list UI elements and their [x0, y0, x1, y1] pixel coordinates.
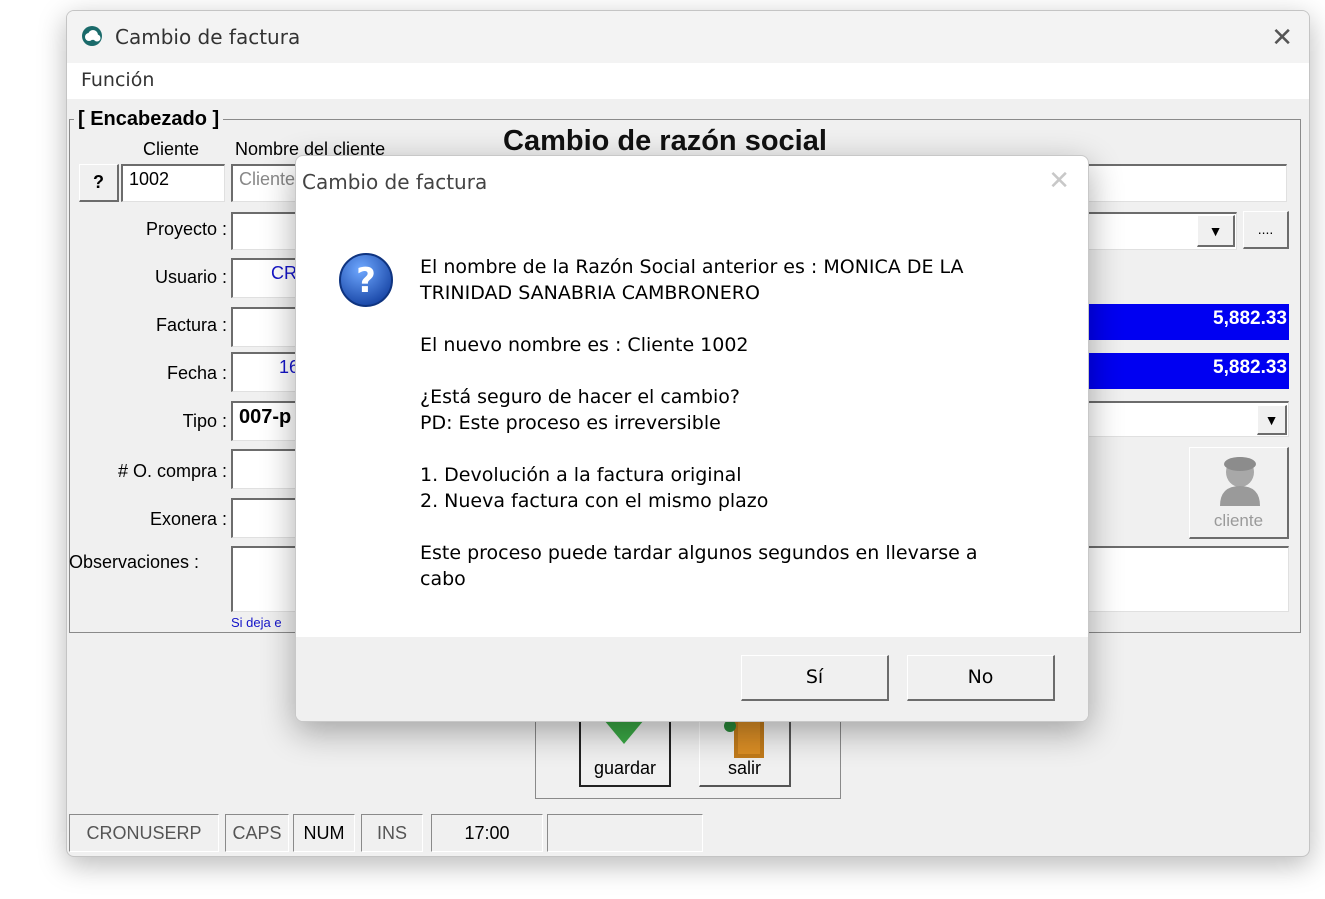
status-extra: [547, 814, 703, 852]
observaciones-field[interactable]: [231, 546, 301, 612]
message-line-7: 2. Nueva factura con el mismo plazo: [420, 490, 769, 512]
cliente-button[interactable]: cliente: [1189, 447, 1289, 539]
exit-door-icon: [724, 718, 764, 758]
message-line-8: Este proceso puede tardar algunos segund…: [420, 542, 978, 564]
proyecto-browse-button[interactable]: ....: [1243, 211, 1289, 249]
close-icon[interactable]: ✕: [1271, 23, 1293, 53]
exonera-field[interactable]: [231, 498, 301, 538]
proyecto-label: Proyecto :: [145, 219, 227, 239]
message-line-5: PD: Este proceso es irreversible: [420, 412, 721, 434]
client-code-field[interactable]: 1002: [121, 164, 225, 202]
message-line-4: ¿Está seguro de hacer el cambio?: [420, 386, 740, 408]
message-line-3: El nuevo nombre es : Cliente 1002: [420, 334, 749, 356]
status-bar: CRONUSERP CAPS NUM INS 17:00: [67, 814, 1309, 854]
ocompra-label: # O. compra :: [117, 461, 227, 481]
dialog-close-icon[interactable]: ✕: [1048, 166, 1070, 196]
client-help-button[interactable]: ?: [79, 164, 119, 202]
status-user: CRONUSERP: [69, 814, 219, 852]
cliente-button-label: cliente: [1213, 511, 1264, 530]
window-title: Cambio de factura: [115, 25, 301, 49]
status-ins: INS: [361, 814, 423, 852]
fecha-field[interactable]: 16: [231, 352, 301, 392]
dialog-title: Cambio de factura: [302, 170, 488, 194]
status-time: 17:00: [431, 814, 543, 852]
observaciones-right-field[interactable]: [1087, 546, 1289, 612]
factura-label: Factura :: [155, 315, 227, 335]
no-button[interactable]: No: [907, 655, 1055, 701]
chevron-down-icon[interactable]: ▼: [1197, 215, 1235, 247]
group-title: [ Encabezado ]: [74, 108, 224, 131]
message-line-9: cabo: [420, 568, 466, 590]
message-line-2: TRINIDAD SANABRIA CAMBRONERO: [420, 282, 760, 304]
usuario-label: Usuario :: [154, 267, 227, 287]
message-line-6: 1. Devolución a la factura original: [420, 464, 742, 486]
salir-label: salir: [727, 758, 761, 778]
observaciones-label: Observaciones :: [69, 552, 200, 572]
tipo-field[interactable]: 007-p: [231, 401, 301, 441]
menu-funcion[interactable]: Función: [81, 69, 154, 91]
title-bar: Cambio de factura ✕: [67, 11, 1309, 63]
yes-button[interactable]: Sí: [741, 655, 889, 701]
dialog-message: El nombre de la Razón Social anterior es…: [420, 254, 978, 592]
chevron-down-icon[interactable]: ▼: [1257, 405, 1287, 435]
status-caps: CAPS: [225, 814, 289, 852]
page-heading: Cambio de razón social: [503, 125, 827, 157]
menu-bar: Función: [67, 63, 1309, 99]
observaciones-note: Si deja e: [231, 615, 282, 630]
factura-field[interactable]: [231, 307, 301, 347]
download-arrow-icon: [604, 720, 644, 744]
ocompra-field[interactable]: [231, 449, 301, 489]
amount-total-2: 5,882.33: [1087, 353, 1289, 389]
cloud-app-icon: [82, 26, 102, 46]
message-line-1: El nombre de la Razón Social anterior es…: [420, 256, 964, 278]
confirm-dialog: Cambio de factura ✕ ? El nombre de la Ra…: [295, 155, 1089, 722]
amount-total-1: 5,882.33: [1087, 304, 1289, 340]
question-icon: ?: [339, 253, 393, 307]
exonera-label: Exonera :: [149, 509, 227, 529]
status-num: NUM: [293, 814, 355, 852]
svg-text:?: ?: [356, 261, 376, 301]
guardar-label: guardar: [593, 758, 657, 778]
dialog-footer: Sí No: [296, 637, 1088, 721]
cliente-header: Cliente: [143, 139, 200, 159]
tipo-label: Tipo :: [182, 411, 227, 431]
fecha-label: Fecha :: [166, 363, 227, 383]
usuario-field[interactable]: CR: [231, 258, 301, 298]
user-icon: [1220, 457, 1260, 506]
